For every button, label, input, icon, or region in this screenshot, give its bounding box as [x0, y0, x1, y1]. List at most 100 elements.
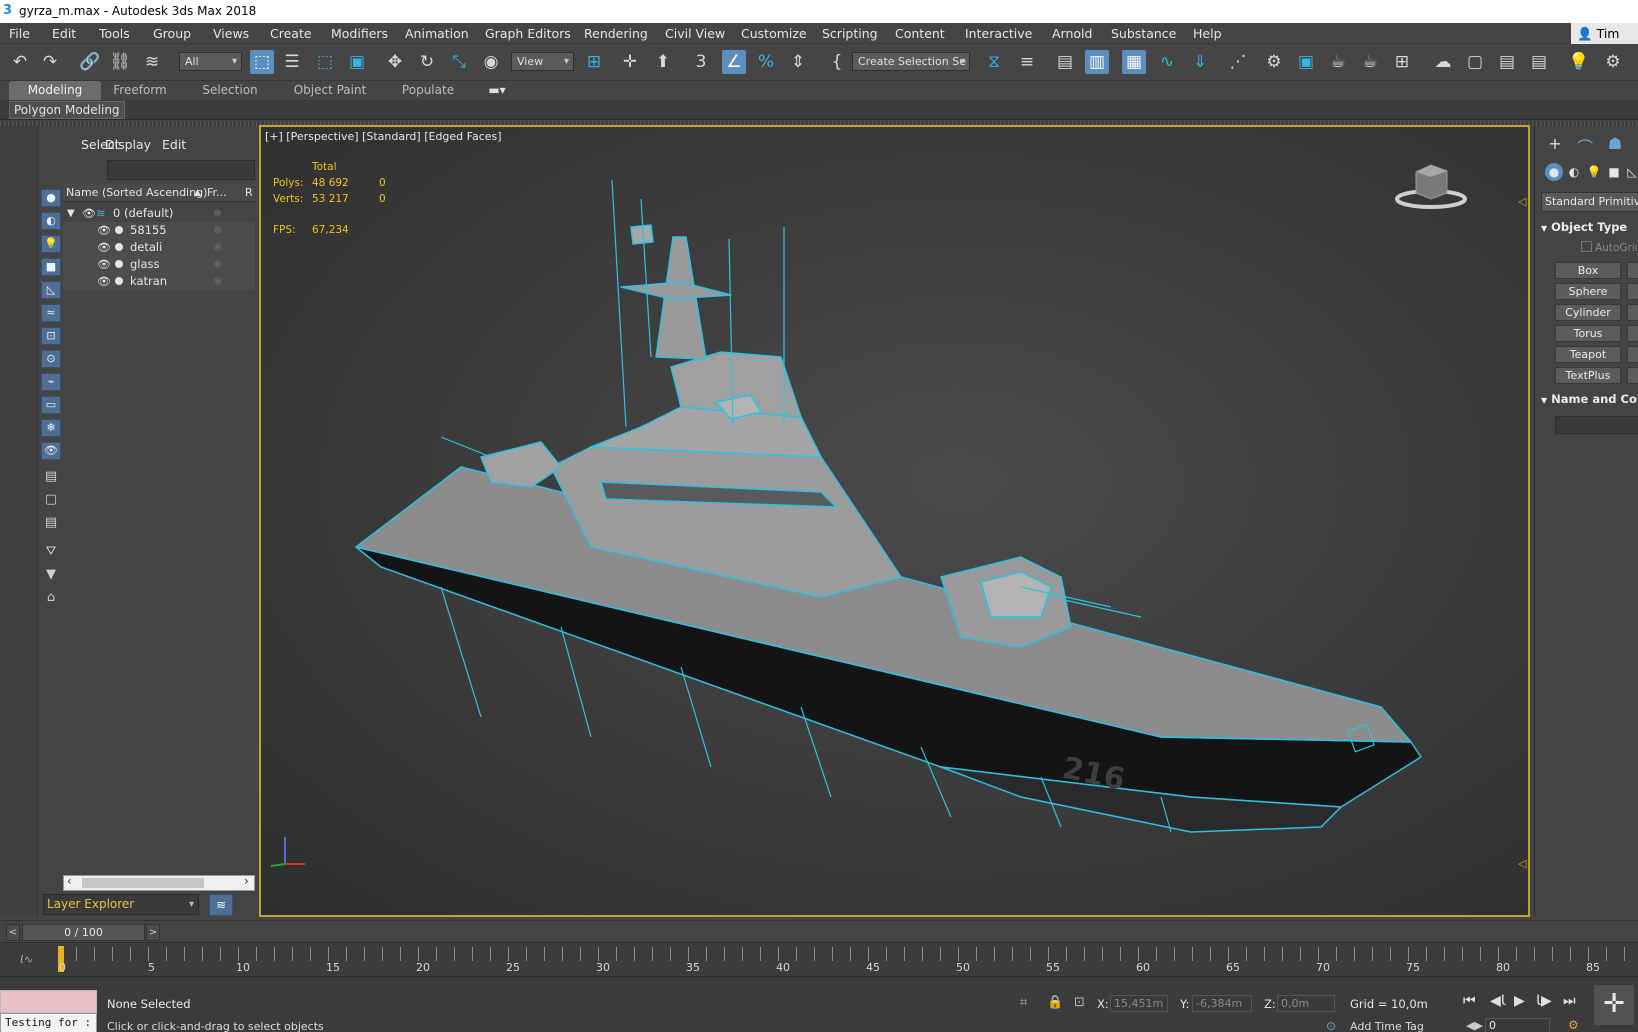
time-configuration-icon[interactable]: ⚙ — [1568, 1018, 1579, 1032]
primitive-side-button[interactable] — [1627, 367, 1638, 384]
schematic-view-icon[interactable]: ⇓ — [1188, 50, 1212, 74]
primitive-category-select[interactable]: Standard Primitives — [1541, 192, 1638, 212]
current-frame-field[interactable]: 0 — [1485, 1018, 1550, 1032]
render-activeshade-icon[interactable]: ☕ — [1358, 50, 1382, 74]
menu-modifiers[interactable]: Modifiers — [331, 26, 388, 41]
scroll-left-icon[interactable]: ‹ — [67, 874, 72, 888]
display-all-icon[interactable]: ▤ — [41, 469, 61, 487]
polygon-modeling-panel-label[interactable]: Polygon Modeling — [9, 101, 125, 119]
collapse-arrow-icon[interactable]: ▼ — [67, 205, 75, 222]
undo-icon[interactable]: ↶ — [8, 50, 32, 74]
selection-filter-select[interactable]: All — [179, 52, 242, 71]
geometry-filter-icon[interactable]: ◐ — [41, 212, 61, 230]
place-icon[interactable]: ◉ — [479, 50, 503, 74]
helpers-category-icon[interactable]: ◺ — [1623, 163, 1638, 181]
z-coordinate-field[interactable]: 0,0m — [1277, 995, 1335, 1012]
maxscript-mini-input[interactable]: Testing for : — [0, 1013, 97, 1032]
freeze-toggle-icon[interactable]: ❄ — [213, 256, 222, 273]
freeze-toggle-icon[interactable]: ❄ — [213, 239, 222, 256]
geometry-category-icon[interactable]: ● — [1545, 163, 1563, 181]
invert-display-icon[interactable]: ▤ — [41, 515, 61, 533]
viewport-label-menu[interactable]: [+] [Perspective] [Standard] [Edged Face… — [265, 130, 502, 143]
visibility-eye-icon[interactable]: 👁 — [97, 256, 111, 273]
maxscript-listener-box[interactable] — [0, 990, 97, 1013]
unlink-icon[interactable]: ⛓ — [108, 50, 132, 74]
lights-filter-icon[interactable]: 💡 — [41, 235, 61, 253]
move-icon[interactable]: ✥ — [383, 50, 407, 74]
rendered-frame-window-icon[interactable]: ▣ — [1294, 50, 1318, 74]
menu-rendering[interactable]: Rendering — [584, 26, 648, 41]
curve-editor-icon[interactable]: ∿ — [1155, 50, 1179, 74]
primitive-side-button[interactable] — [1627, 262, 1638, 279]
time-tag-icon[interactable]: ⊙ — [1326, 1019, 1336, 1032]
angle-snap-icon[interactable]: ∠ — [722, 50, 746, 74]
arnold-log-icon[interactable]: ▤ — [1527, 50, 1551, 74]
menu-scripting[interactable]: Scripting — [822, 26, 878, 41]
filter-icon[interactable]: ▼ — [41, 567, 61, 585]
track-bar[interactable]: Ɩ∿ 0 5 10 15 20 25 30 35 40 45 50 55 60 … — [0, 942, 1638, 976]
reference-coordinate-select[interactable]: View — [511, 52, 574, 71]
display-none-icon[interactable]: ▢ — [41, 492, 61, 510]
helpers-filter-icon[interactable]: ◺ — [41, 281, 61, 299]
add-time-tag[interactable]: Add Time Tag — [1350, 1020, 1424, 1032]
box-button[interactable]: Box — [1555, 262, 1621, 279]
visibility-eye-icon[interactable]: 👁 — [97, 273, 111, 290]
pivot-center-icon[interactable]: ⊞ — [582, 50, 606, 74]
toggle-scene-explorer-icon[interactable]: ▤ — [1053, 50, 1077, 74]
percent-snap-icon[interactable]: % — [754, 50, 778, 74]
explorer-search-input[interactable] — [107, 160, 255, 180]
keyboard-shortcut-override-icon[interactable]: ⬆ — [651, 50, 675, 74]
material-editor-icon[interactable]: ⋰ — [1226, 50, 1250, 74]
previous-key-icon[interactable]: ◀Ɩ — [1490, 993, 1506, 1009]
viewcube-icon[interactable] — [1391, 157, 1471, 212]
visibility-eye-icon[interactable]: 👁 — [97, 222, 111, 239]
menu-create[interactable]: Create — [270, 26, 312, 41]
primitive-side-button[interactable] — [1627, 304, 1638, 321]
menu-civil-view[interactable]: Civil View — [665, 26, 725, 41]
named-selection-set-select[interactable]: Create Selection Se — [852, 52, 970, 71]
xrefs-filter-icon[interactable]: ⊙ — [41, 350, 61, 368]
autogrid-checkbox[interactable]: AutoGrid — [1581, 241, 1638, 254]
name-column-header[interactable]: Name (Sorted Ascending) — [66, 184, 207, 202]
layer-row-default[interactable]: ▼ 👁 ≋ 0 (default) ❄ — [63, 205, 255, 222]
cameras-filter-icon[interactable]: ■ — [41, 258, 61, 276]
primitive-side-button[interactable] — [1627, 346, 1638, 363]
play-icon[interactable]: ▶ — [1514, 993, 1525, 1009]
mirror-icon[interactable]: ⧖ — [982, 50, 1006, 74]
y-coordinate-field[interactable]: -6,384m — [1192, 995, 1252, 1012]
tab-modeling[interactable]: Modeling — [9, 81, 101, 100]
tab-selection[interactable]: Selection — [195, 81, 265, 100]
window-crossing-icon[interactable]: ▣ — [345, 50, 369, 74]
render-setup-icon[interactable]: ⚙ — [1262, 50, 1286, 74]
menu-group[interactable]: Group — [153, 26, 191, 41]
menu-animation[interactable]: Animation — [405, 26, 469, 41]
tab-populate[interactable]: Populate — [393, 81, 463, 100]
render-column-header[interactable]: R — [245, 184, 253, 202]
select-by-name-icon[interactable]: ☰ — [280, 50, 304, 74]
teapot-render-icon[interactable]: ☁ — [1431, 50, 1455, 74]
object-row[interactable]: 👁 58155 ❄ — [63, 222, 255, 239]
hidden-filter-icon[interactable]: 👁 — [41, 442, 61, 460]
shapes-category-icon[interactable]: ◐ — [1565, 163, 1583, 181]
menu-interactive[interactable]: Interactive — [965, 26, 1032, 41]
previous-frame-icon[interactable]: < — [6, 924, 20, 941]
explorer-menu-edit[interactable]: Edit — [162, 137, 186, 152]
freeze-toggle-icon[interactable]: ❄ — [213, 273, 222, 290]
menu-edit[interactable]: Edit — [52, 26, 76, 41]
next-key-icon[interactable]: Ɩ▶ — [1536, 993, 1552, 1009]
tab-object-paint[interactable]: Object Paint — [290, 81, 370, 100]
time-slider[interactable]: 0 / 100 — [22, 924, 145, 941]
edit-named-selection-icon[interactable]: { — [825, 50, 849, 74]
scroll-right-icon[interactable]: › — [244, 874, 249, 888]
menu-substance[interactable]: Substance — [1111, 26, 1176, 41]
menu-file[interactable]: File — [9, 26, 30, 41]
render-in-cloud-icon[interactable]: ⊞ — [1390, 50, 1414, 74]
primitive-side-button[interactable] — [1627, 283, 1638, 300]
containers-filter-icon[interactable]: ▭ — [41, 396, 61, 414]
go-to-start-icon[interactable]: ⏮ — [1463, 993, 1476, 1009]
menu-graph-editors[interactable]: Graph Editors — [485, 26, 571, 41]
arnold-render-view-icon[interactable]: ▢ — [1463, 50, 1487, 74]
menu-customize[interactable]: Customize — [741, 26, 807, 41]
hierarchy-tab-icon[interactable]: ☗ — [1605, 134, 1625, 154]
key-mode-toggle-icon[interactable]: ◀▶ — [1466, 1019, 1483, 1032]
